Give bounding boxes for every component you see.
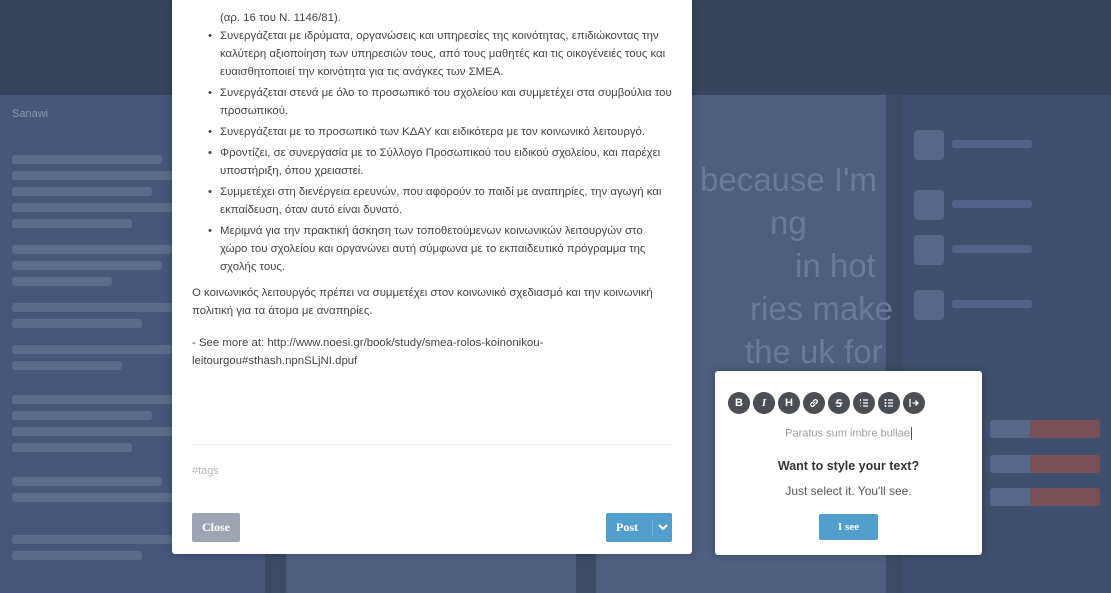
background-text-line <box>12 171 192 180</box>
list-item: Φροντίζει, σε συνεργασία με το Σύλλογο Π… <box>208 144 672 180</box>
background-text-line <box>12 361 122 370</box>
background-text-line <box>12 411 152 420</box>
background-text-line <box>12 493 187 502</box>
background-left-title: Sanawi <box>12 108 49 120</box>
post-body-editor[interactable]: (αρ. 16 του Ν. 1146/81). Συνεργάζεται με… <box>192 0 672 450</box>
bold-icon[interactable]: B <box>728 392 750 414</box>
background-text-line <box>12 203 187 212</box>
see-more-link-text: - See more at: http://www.noesi.gr/book/… <box>192 337 544 367</box>
background-text-line: the uk for <box>745 333 883 370</box>
italic-glyph: I <box>761 397 767 409</box>
background-text-line <box>12 187 152 196</box>
post-editor-modal: (αρ. 16 του Ν. 1146/81). Συνεργάζεται με… <box>172 0 692 554</box>
close-button[interactable]: Close <box>192 513 240 542</box>
bold-glyph: B <box>735 397 743 409</box>
tags-input[interactable]: #tags <box>192 465 219 477</box>
background-avatar <box>914 130 944 160</box>
list-item: Συμμετέχει στη διενέργεια ερευνών, που α… <box>208 183 672 219</box>
background-text-line <box>12 245 172 254</box>
background-text-line: ng <box>770 204 807 241</box>
post-paragraph: Ο κοινωνικός λειτουργός πρέπει να συμμετ… <box>192 287 653 317</box>
link-icon[interactable] <box>803 392 825 414</box>
background-button <box>1030 420 1100 438</box>
tooltip-subtitle: Just select it. You'll see. <box>785 484 912 498</box>
background-text-line: in hot <box>795 247 876 284</box>
background-text-line <box>12 277 112 286</box>
background-post-text: because I'm ng in hot ries make the uk f… <box>700 158 893 373</box>
sample-text: Paratus sum imbre bullae <box>715 427 982 440</box>
list-item: Μεριμνά για την πρακτική άσκηση των τοπο… <box>208 222 672 276</box>
background-button <box>1030 455 1100 473</box>
background-text-line <box>952 245 1032 253</box>
heading-glyph: H <box>785 397 793 409</box>
background-text-line <box>12 319 142 328</box>
chevron-down-icon[interactable] <box>653 524 672 531</box>
tooltip-title: Want to style your text? <box>777 459 920 473</box>
bulleted-list-icon[interactable] <box>878 392 900 414</box>
background-text-line <box>12 535 172 544</box>
background-text-line <box>12 345 172 354</box>
background-text-line <box>12 219 132 228</box>
editor-divider <box>192 444 672 445</box>
background-text-line: because I'm <box>700 161 877 198</box>
list-item: Συνεργάζεται στενά με όλο το προσωπικό τ… <box>208 84 672 120</box>
post-button[interactable]: Post <box>606 513 672 542</box>
heading-icon[interactable]: H <box>778 392 800 414</box>
background-text-line <box>952 200 1032 208</box>
numbered-list-icon[interactable] <box>853 392 875 414</box>
background-text-line <box>12 551 142 560</box>
background-avatar <box>914 190 944 220</box>
format-toolbar: B I H <box>728 392 925 414</box>
background-text-line <box>12 443 132 452</box>
background-text-line <box>12 427 182 436</box>
text-caret <box>910 427 912 440</box>
background-text-line <box>12 303 182 312</box>
i-see-button[interactable]: I see <box>819 514 878 540</box>
list-item: Συνεργάζεται με ιδρύματα, οργανώσεις και… <box>208 27 672 81</box>
italic-icon[interactable]: I <box>753 392 775 414</box>
post-button-label: Post <box>616 520 638 534</box>
background-avatar <box>914 290 944 320</box>
background-text-line <box>12 477 162 486</box>
read-more-icon[interactable] <box>903 392 925 414</box>
style-tooltip-popup: B I H Paratus sum imbre bullae Want to s… <box>715 371 982 555</box>
background-avatar <box>914 235 944 265</box>
background-text-line: ries make <box>750 290 894 327</box>
post-text-line: (αρ. 16 του Ν. 1146/81). <box>220 12 341 24</box>
background-text-line <box>12 261 162 270</box>
background-button <box>1030 488 1100 506</box>
background-text-line <box>952 300 1032 308</box>
strikethrough-icon[interactable] <box>828 392 850 414</box>
list-item: Συνεργάζεται με το προσωπικό των ΚΔΑΥ κα… <box>208 123 672 141</box>
post-bullet-list: Συνεργάζεται με ιδρύματα, οργανώσεις και… <box>192 27 672 276</box>
background-text-line <box>12 395 177 404</box>
background-text-line <box>952 140 1032 148</box>
background-text-line <box>12 155 162 164</box>
sample-text-label: Paratus sum imbre bullae <box>785 427 910 440</box>
